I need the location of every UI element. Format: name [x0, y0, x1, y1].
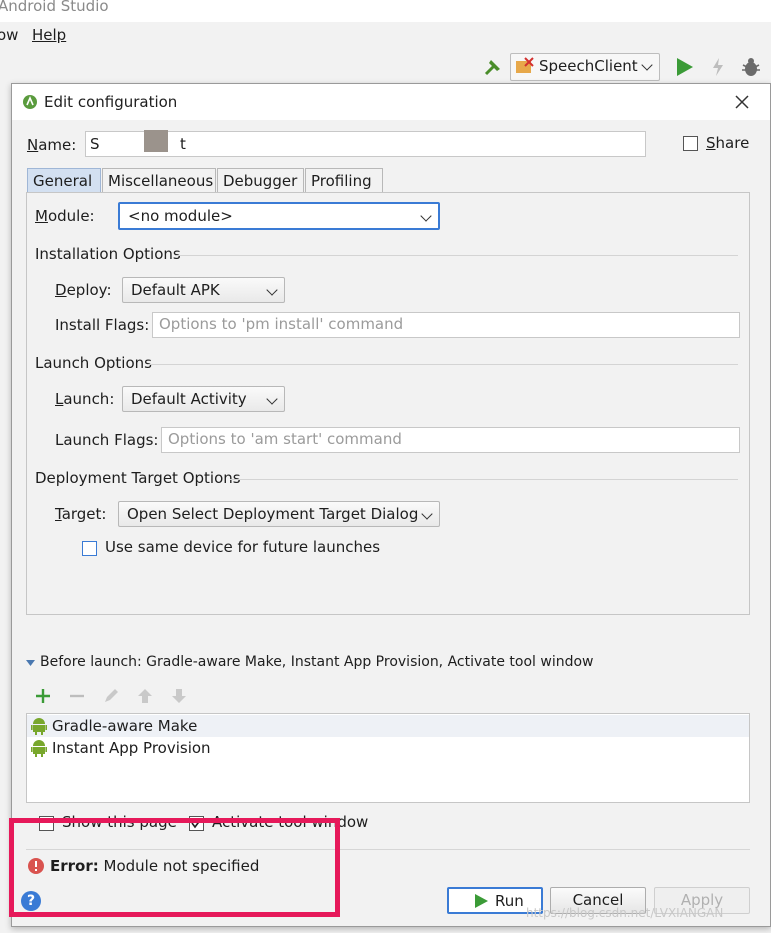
launch-label: Launch:	[55, 390, 115, 408]
tab-strip: General Miscellaneous Debugger Profiling	[27, 168, 399, 194]
highlight-box	[9, 818, 340, 917]
menu-window[interactable]: ow	[0, 26, 18, 44]
toolbar: SpeechClient	[0, 50, 771, 84]
dialog-title-bar: Edit configuration	[12, 84, 770, 120]
run-icon	[475, 894, 488, 908]
install-flags-label: Install Flags:	[55, 316, 150, 334]
move-up-icon[interactable]	[136, 687, 154, 705]
share-checkbox[interactable]	[683, 136, 698, 151]
target-select[interactable]: Open Select Deployment Target Dialog	[118, 501, 440, 527]
launch-select[interactable]: Default Activity	[122, 386, 285, 412]
name-label: Name:	[27, 136, 77, 154]
android-studio-icon	[23, 95, 37, 109]
before-launch-heading: Before launch: Gradle-aware Make, Instan…	[40, 654, 594, 670]
app-title: Android Studio	[0, 0, 109, 15]
redacted-block	[144, 130, 168, 152]
tab-miscellaneous[interactable]: Miscellaneous	[102, 168, 216, 194]
deployment-target-heading: Deployment Target Options	[35, 469, 241, 487]
tab-debugger[interactable]: Debugger	[217, 168, 304, 194]
list-item[interactable]: Gradle-aware Make	[27, 715, 749, 737]
remove-icon[interactable]	[68, 687, 86, 705]
edit-pencil-icon[interactable]	[102, 687, 120, 705]
install-flags-placeholder: Options to 'pm install' command	[159, 315, 404, 333]
run-config-label: SpeechClient	[539, 57, 638, 75]
list-item[interactable]: Instant App Provision	[27, 737, 749, 759]
module-value: <no module>	[128, 207, 233, 225]
before-launch-list: Gradle-aware Make Instant App Provision	[26, 713, 750, 803]
list-item-label: Instant App Provision	[52, 739, 211, 757]
same-device-checkbox[interactable]	[82, 541, 97, 556]
deploy-label: Deploy:	[55, 281, 112, 299]
deploy-value: Default APK	[131, 281, 220, 299]
deploy-select[interactable]: Default APK	[122, 277, 285, 303]
list-item-label: Gradle-aware Make	[52, 717, 198, 735]
chevron-down-icon	[420, 210, 432, 222]
chevron-down-icon	[421, 508, 433, 520]
share-label: Share	[706, 134, 750, 152]
launch-value: Default Activity	[131, 390, 247, 408]
run-label: Run	[495, 892, 524, 910]
toolbar-run-icon[interactable]	[672, 55, 696, 79]
launch-options-heading: Launch Options	[35, 354, 152, 372]
tab-general[interactable]: General	[27, 168, 101, 194]
run-config-selector[interactable]: SpeechClient	[510, 53, 660, 81]
module-label: Module:	[35, 207, 95, 225]
run-config-error-icon	[516, 57, 534, 73]
divider	[175, 255, 738, 256]
launch-flags-placeholder: Options to 'am start' command	[168, 430, 402, 448]
tab-profiling[interactable]: Profiling	[305, 168, 383, 194]
installation-options-heading: Installation Options	[35, 245, 181, 263]
collapse-triangle-icon[interactable]	[26, 658, 36, 668]
android-icon	[31, 718, 47, 735]
app-title-bar: Android Studio	[0, 0, 771, 22]
add-icon[interactable]	[34, 687, 52, 705]
close-icon[interactable]	[735, 95, 749, 109]
apply-changes-icon[interactable]	[709, 57, 727, 77]
divider	[148, 364, 738, 365]
chevron-down-icon	[266, 284, 278, 296]
build-hammer-icon[interactable]	[482, 56, 504, 78]
same-device-label: Use same device for future launches	[105, 538, 381, 556]
watermark: https://blog.csdn.net/LVXIANGAN	[526, 906, 724, 920]
move-down-icon[interactable]	[170, 687, 188, 705]
debug-icon[interactable]	[740, 56, 762, 78]
launch-flags-label: Launch Flags:	[55, 431, 159, 449]
chevron-down-icon	[266, 393, 278, 405]
target-label: Target:	[55, 505, 107, 523]
launch-flags-input[interactable]: Options to 'am start' command	[161, 427, 740, 453]
chevron-down-icon	[641, 59, 653, 71]
target-value: Open Select Deployment Target Dialog	[127, 505, 419, 523]
menu-bar: ow Help	[0, 22, 771, 50]
dialog-title: Edit configuration	[44, 93, 178, 111]
install-flags-input[interactable]: Options to 'pm install' command	[152, 312, 740, 338]
menu-help[interactable]: Help	[32, 26, 66, 44]
name-field[interactable]: S t S t	[85, 130, 646, 157]
module-select[interactable]: <no module>	[118, 202, 440, 230]
android-icon	[31, 740, 47, 757]
divider	[230, 479, 738, 480]
